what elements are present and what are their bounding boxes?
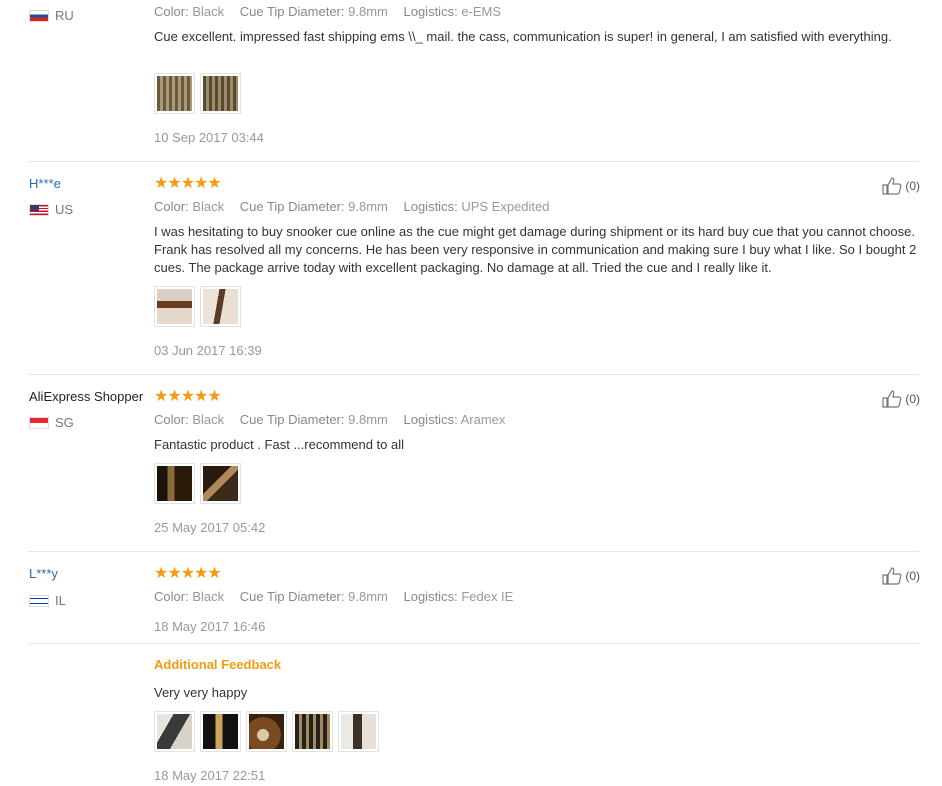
review-photos: [154, 463, 241, 504]
singapore-flag-icon: [29, 416, 49, 429]
helpful-count: (0): [905, 569, 920, 583]
thumbs-up-icon: [882, 177, 902, 195]
review-date: 25 May 2017 05:42: [154, 520, 266, 535]
star-rating: ★★★★★: [154, 388, 222, 405]
additional-feedback-text: Very very happy: [154, 685, 248, 700]
product-attributes: Color: Black Cue Tip Diameter: 9.8mm Log…: [154, 589, 514, 604]
review-photo[interactable]: [200, 286, 241, 327]
helpful-count: (0): [905, 392, 920, 406]
reviewer-name[interactable]: H***e: [29, 176, 61, 191]
review-photo[interactable]: [154, 711, 195, 752]
additional-feedback-photos: [154, 711, 379, 752]
review-photo[interactable]: [200, 463, 241, 504]
helpful-button[interactable]: (0): [882, 390, 920, 408]
review-photos: [154, 286, 241, 327]
reviewer-name[interactable]: L***y: [29, 566, 58, 581]
divider: [28, 161, 919, 162]
divider: [28, 643, 919, 644]
star-rating: ★★★★★: [154, 565, 222, 582]
review-photo[interactable]: [292, 711, 333, 752]
product-attributes: Color: Black Cue Tip Diameter: 9.8mm Log…: [154, 4, 502, 19]
review-text: Fantastic product . Fast ...recommend to…: [154, 437, 404, 452]
thumbs-up-icon: [882, 390, 902, 408]
review-text: Cue excellent. impressed fast shipping e…: [154, 29, 892, 44]
usa-flag-icon: [29, 203, 49, 216]
israel-flag-icon: [29, 594, 49, 607]
helpful-count: (0): [905, 179, 920, 193]
helpful-button[interactable]: (0): [882, 567, 920, 585]
reviewer-country: IL: [29, 593, 66, 608]
review-photo[interactable]: [154, 73, 195, 114]
review-date: 10 Sep 2017 03:44: [154, 130, 264, 145]
review-photo[interactable]: [154, 286, 195, 327]
russia-flag-icon: [29, 9, 49, 22]
review-date: 18 May 2017 22:51: [154, 768, 266, 783]
review-photos: [154, 73, 241, 114]
reviewer-country: SG: [29, 415, 74, 430]
review-text: I was hesitating to buy snooker cue onli…: [154, 224, 917, 275]
reviewer-country: US: [29, 202, 73, 217]
thumbs-up-icon: [882, 567, 902, 585]
divider: [28, 374, 919, 375]
product-attributes: Color: Black Cue Tip Diameter: 9.8mm Log…: [154, 412, 506, 427]
reviewer-name: AliExpress Shopper: [29, 389, 144, 404]
product-attributes: Color: Black Cue Tip Diameter: 9.8mm Log…: [154, 199, 550, 214]
helpful-button[interactable]: (0): [882, 177, 920, 195]
reviewer-country: RU: [29, 8, 74, 23]
review-photo[interactable]: [246, 711, 287, 752]
divider: [28, 551, 919, 552]
additional-feedback-title: Additional Feedback: [154, 657, 282, 672]
review-photo[interactable]: [338, 711, 379, 752]
review-date: 18 May 2017 16:46: [154, 619, 266, 634]
review-photo[interactable]: [154, 463, 195, 504]
star-rating: ★★★★★: [154, 175, 222, 192]
review-photo[interactable]: [200, 73, 241, 114]
review-photo[interactable]: [200, 711, 241, 752]
review-date: 03 Jun 2017 16:39: [154, 343, 262, 358]
